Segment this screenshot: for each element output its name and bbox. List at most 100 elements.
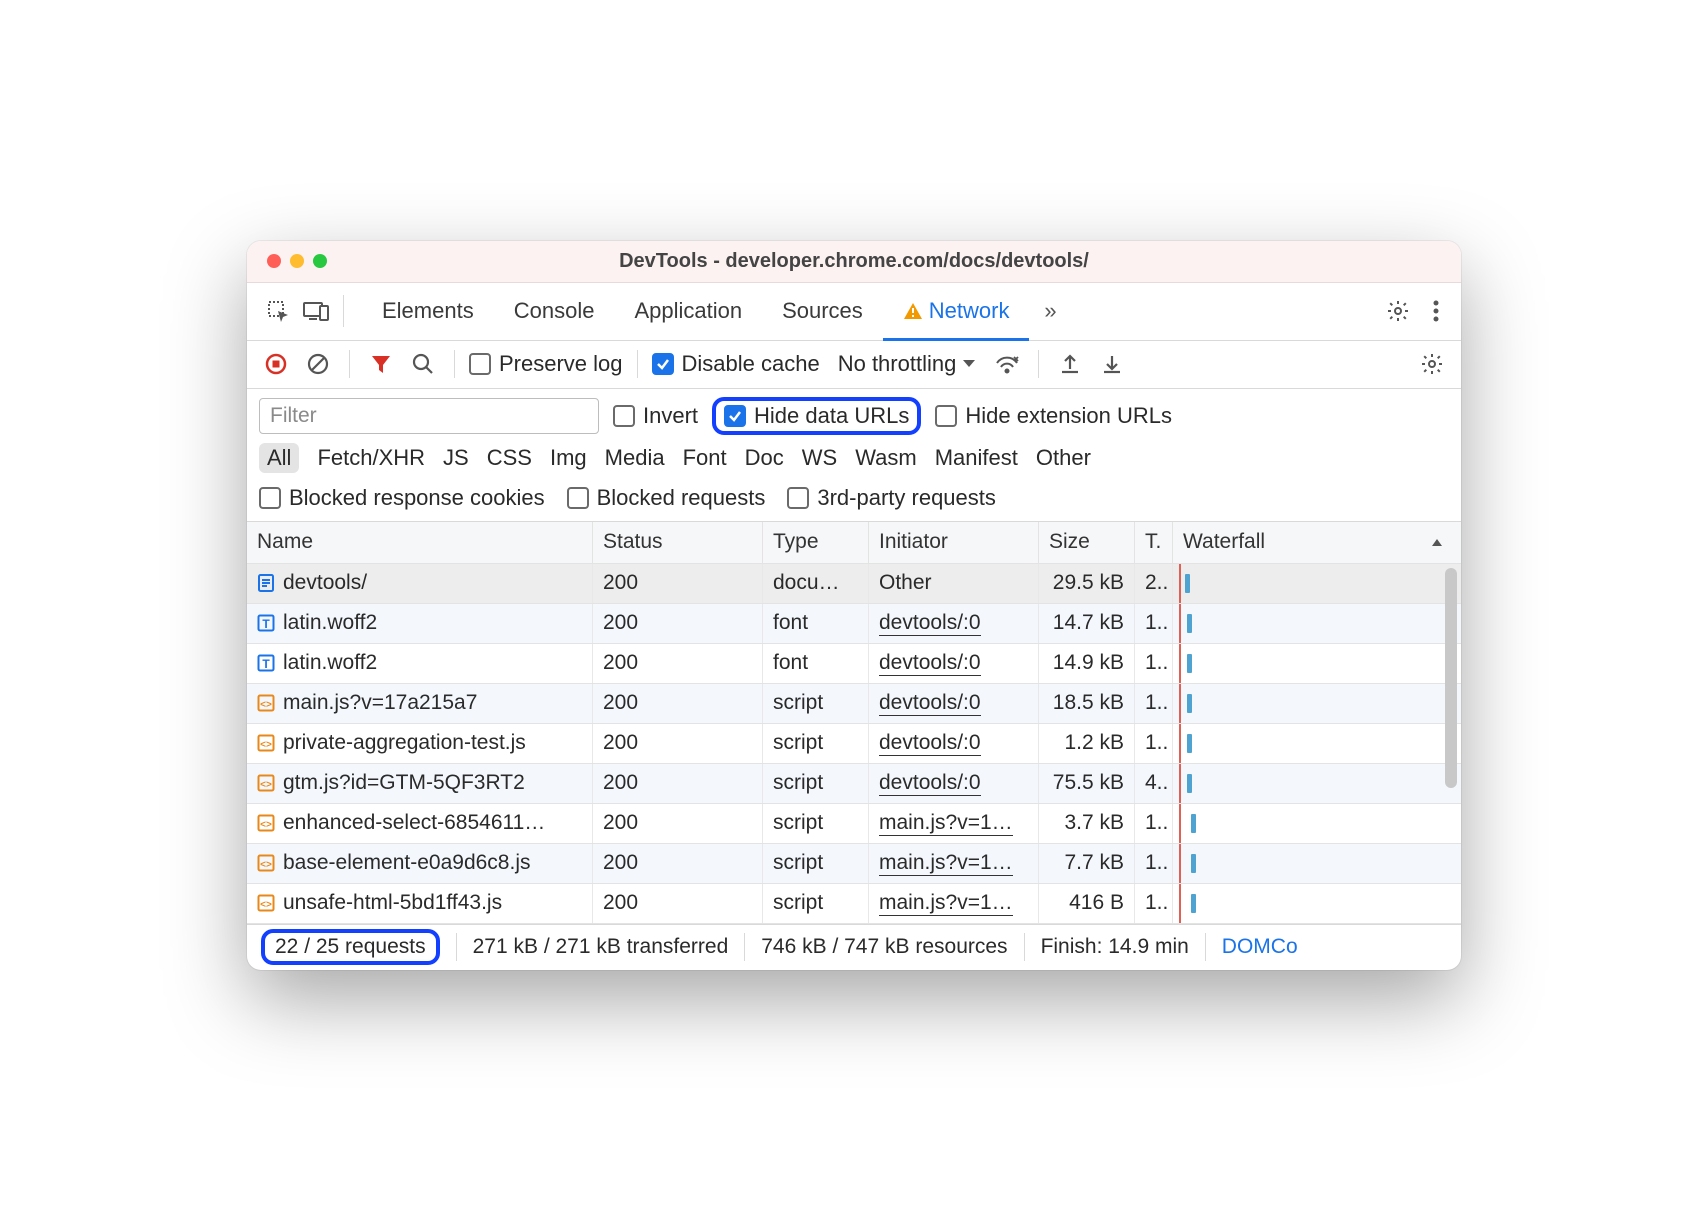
throttling-select[interactable]: No throttling bbox=[838, 351, 977, 377]
third-party-label: 3rd-party requests bbox=[817, 485, 996, 511]
cell-type: script bbox=[763, 884, 869, 923]
minimize-window-button[interactable] bbox=[290, 254, 304, 268]
filter-placeholder: Filter bbox=[270, 404, 317, 428]
device-toolbar-icon[interactable] bbox=[299, 294, 333, 328]
search-icon[interactable] bbox=[406, 347, 440, 381]
kebab-menu-icon[interactable] bbox=[1419, 294, 1453, 328]
cell-size: 14.7 kB bbox=[1039, 604, 1135, 643]
cell-time: 1.. bbox=[1135, 884, 1173, 923]
script-icon: <> bbox=[257, 814, 275, 832]
export-har-icon[interactable] bbox=[1053, 347, 1087, 381]
type-filter-all[interactable]: All bbox=[259, 443, 299, 473]
more-tabs-icon[interactable]: » bbox=[1033, 294, 1067, 328]
disable-cache-checkbox[interactable]: Disable cache bbox=[652, 351, 820, 377]
third-party-checkbox[interactable]: 3rd-party requests bbox=[787, 485, 996, 511]
type-filter-doc[interactable]: Doc bbox=[745, 445, 784, 471]
type-filter-css[interactable]: CSS bbox=[487, 445, 532, 471]
settings-gear-icon[interactable] bbox=[1381, 294, 1415, 328]
table-row[interactable]: <>unsafe-html-5bd1ff43.js200scriptmain.j… bbox=[247, 884, 1461, 924]
table-row[interactable]: <>base-element-e0a9d6c8.js200scriptmain.… bbox=[247, 844, 1461, 884]
table-row[interactable]: Tlatin.woff2200fontdevtools/:014.7 kB1.. bbox=[247, 604, 1461, 644]
cell-initiator[interactable]: devtools/:0 bbox=[869, 724, 1039, 763]
cell-initiator[interactable]: main.js?v=1… bbox=[869, 844, 1039, 883]
cell-waterfall bbox=[1173, 604, 1461, 643]
hide-data-urls-label: Hide data URLs bbox=[754, 403, 909, 429]
cell-name: <>private-aggregation-test.js bbox=[247, 724, 593, 763]
network-conditions-icon[interactable] bbox=[990, 347, 1024, 381]
tab-sources[interactable]: Sources bbox=[762, 283, 883, 340]
col-status[interactable]: Status bbox=[593, 522, 763, 563]
record-button[interactable] bbox=[259, 347, 293, 381]
cell-waterfall bbox=[1173, 884, 1461, 923]
preserve-log-checkbox[interactable]: Preserve log bbox=[469, 351, 623, 377]
table-row[interactable]: Tlatin.woff2200fontdevtools/:014.9 kB1.. bbox=[247, 644, 1461, 684]
inspect-element-icon[interactable] bbox=[261, 294, 295, 328]
cell-name: Tlatin.woff2 bbox=[247, 604, 593, 643]
cell-type: script bbox=[763, 724, 869, 763]
clear-button[interactable] bbox=[301, 347, 335, 381]
tab-network[interactable]: Network bbox=[883, 283, 1030, 340]
type-filter-fetchxhr[interactable]: Fetch/XHR bbox=[317, 445, 425, 471]
table-row[interactable]: devtools/200docu…Other29.5 kB2.. bbox=[247, 564, 1461, 604]
cell-initiator[interactable]: devtools/:0 bbox=[869, 644, 1039, 683]
cell-initiator[interactable]: devtools/:0 bbox=[869, 684, 1039, 723]
cell-waterfall bbox=[1173, 564, 1461, 603]
hide-data-urls-checkbox[interactable]: Hide data URLs bbox=[724, 403, 909, 429]
cell-initiator[interactable]: devtools/:0 bbox=[869, 604, 1039, 643]
hide-extension-urls-checkbox[interactable]: Hide extension URLs bbox=[935, 403, 1172, 429]
divider bbox=[637, 350, 638, 378]
tab-elements[interactable]: Elements bbox=[362, 283, 494, 340]
col-time[interactable]: T. bbox=[1135, 522, 1173, 563]
blocked-requests-checkbox[interactable]: Blocked requests bbox=[567, 485, 766, 511]
cell-status: 200 bbox=[593, 604, 763, 643]
cell-waterfall bbox=[1173, 844, 1461, 883]
table-row[interactable]: <>main.js?v=17a215a7200scriptdevtools/:0… bbox=[247, 684, 1461, 724]
cell-status: 200 bbox=[593, 804, 763, 843]
col-waterfall[interactable]: Waterfall bbox=[1173, 522, 1461, 563]
tab-application[interactable]: Application bbox=[614, 283, 762, 340]
vertical-scrollbar[interactable] bbox=[1443, 564, 1459, 924]
type-filter-wasm[interactable]: Wasm bbox=[855, 445, 917, 471]
invert-label: Invert bbox=[643, 403, 698, 429]
domcontentloaded-link[interactable]: DOMCo bbox=[1206, 933, 1314, 961]
col-type[interactable]: Type bbox=[763, 522, 869, 563]
cell-initiator[interactable]: main.js?v=1… bbox=[869, 804, 1039, 843]
checkbox-icon bbox=[787, 487, 809, 509]
cell-type: script bbox=[763, 684, 869, 723]
network-filter-bar: Filter Invert Hide data URLs Hide extens… bbox=[247, 389, 1461, 439]
close-window-button[interactable] bbox=[267, 254, 281, 268]
svg-text:<>: <> bbox=[260, 860, 272, 871]
type-filter-js[interactable]: JS bbox=[443, 445, 469, 471]
col-initiator[interactable]: Initiator bbox=[869, 522, 1039, 563]
blocked-cookies-checkbox[interactable]: Blocked response cookies bbox=[259, 485, 545, 511]
tab-console[interactable]: Console bbox=[494, 283, 615, 340]
invert-checkbox[interactable]: Invert bbox=[613, 403, 698, 429]
type-filter-media[interactable]: Media bbox=[605, 445, 665, 471]
preserve-log-label: Preserve log bbox=[499, 351, 623, 377]
cell-size: 29.5 kB bbox=[1039, 564, 1135, 603]
divider bbox=[343, 295, 344, 327]
type-filter-other[interactable]: Other bbox=[1036, 445, 1091, 471]
table-row[interactable]: <>enhanced-select-6854611…200scriptmain.… bbox=[247, 804, 1461, 844]
script-icon: <> bbox=[257, 694, 275, 712]
type-filter-manifest[interactable]: Manifest bbox=[935, 445, 1018, 471]
filter-toggle-icon[interactable] bbox=[364, 347, 398, 381]
col-name[interactable]: Name bbox=[247, 522, 593, 563]
table-row[interactable]: <>gtm.js?id=GTM-5QF3RT2200scriptdevtools… bbox=[247, 764, 1461, 804]
cell-initiator[interactable]: main.js?v=1… bbox=[869, 884, 1039, 923]
table-row[interactable]: <>private-aggregation-test.js200scriptde… bbox=[247, 724, 1461, 764]
extra-filter-row: Blocked response cookies Blocked request… bbox=[247, 481, 1461, 522]
network-settings-gear-icon[interactable] bbox=[1415, 347, 1449, 381]
import-har-icon[interactable] bbox=[1095, 347, 1129, 381]
type-filter-ws[interactable]: WS bbox=[802, 445, 837, 471]
cell-initiator[interactable]: devtools/:0 bbox=[869, 764, 1039, 803]
type-filter-font[interactable]: Font bbox=[683, 445, 727, 471]
cell-time: 2.. bbox=[1135, 564, 1173, 603]
type-filter-img[interactable]: Img bbox=[550, 445, 587, 471]
script-icon: <> bbox=[257, 734, 275, 752]
col-size[interactable]: Size bbox=[1039, 522, 1135, 563]
devtools-window: DevTools - developer.chrome.com/docs/dev… bbox=[247, 241, 1461, 970]
filter-input[interactable]: Filter bbox=[259, 398, 599, 434]
cell-time: 1.. bbox=[1135, 804, 1173, 843]
maximize-window-button[interactable] bbox=[313, 254, 327, 268]
